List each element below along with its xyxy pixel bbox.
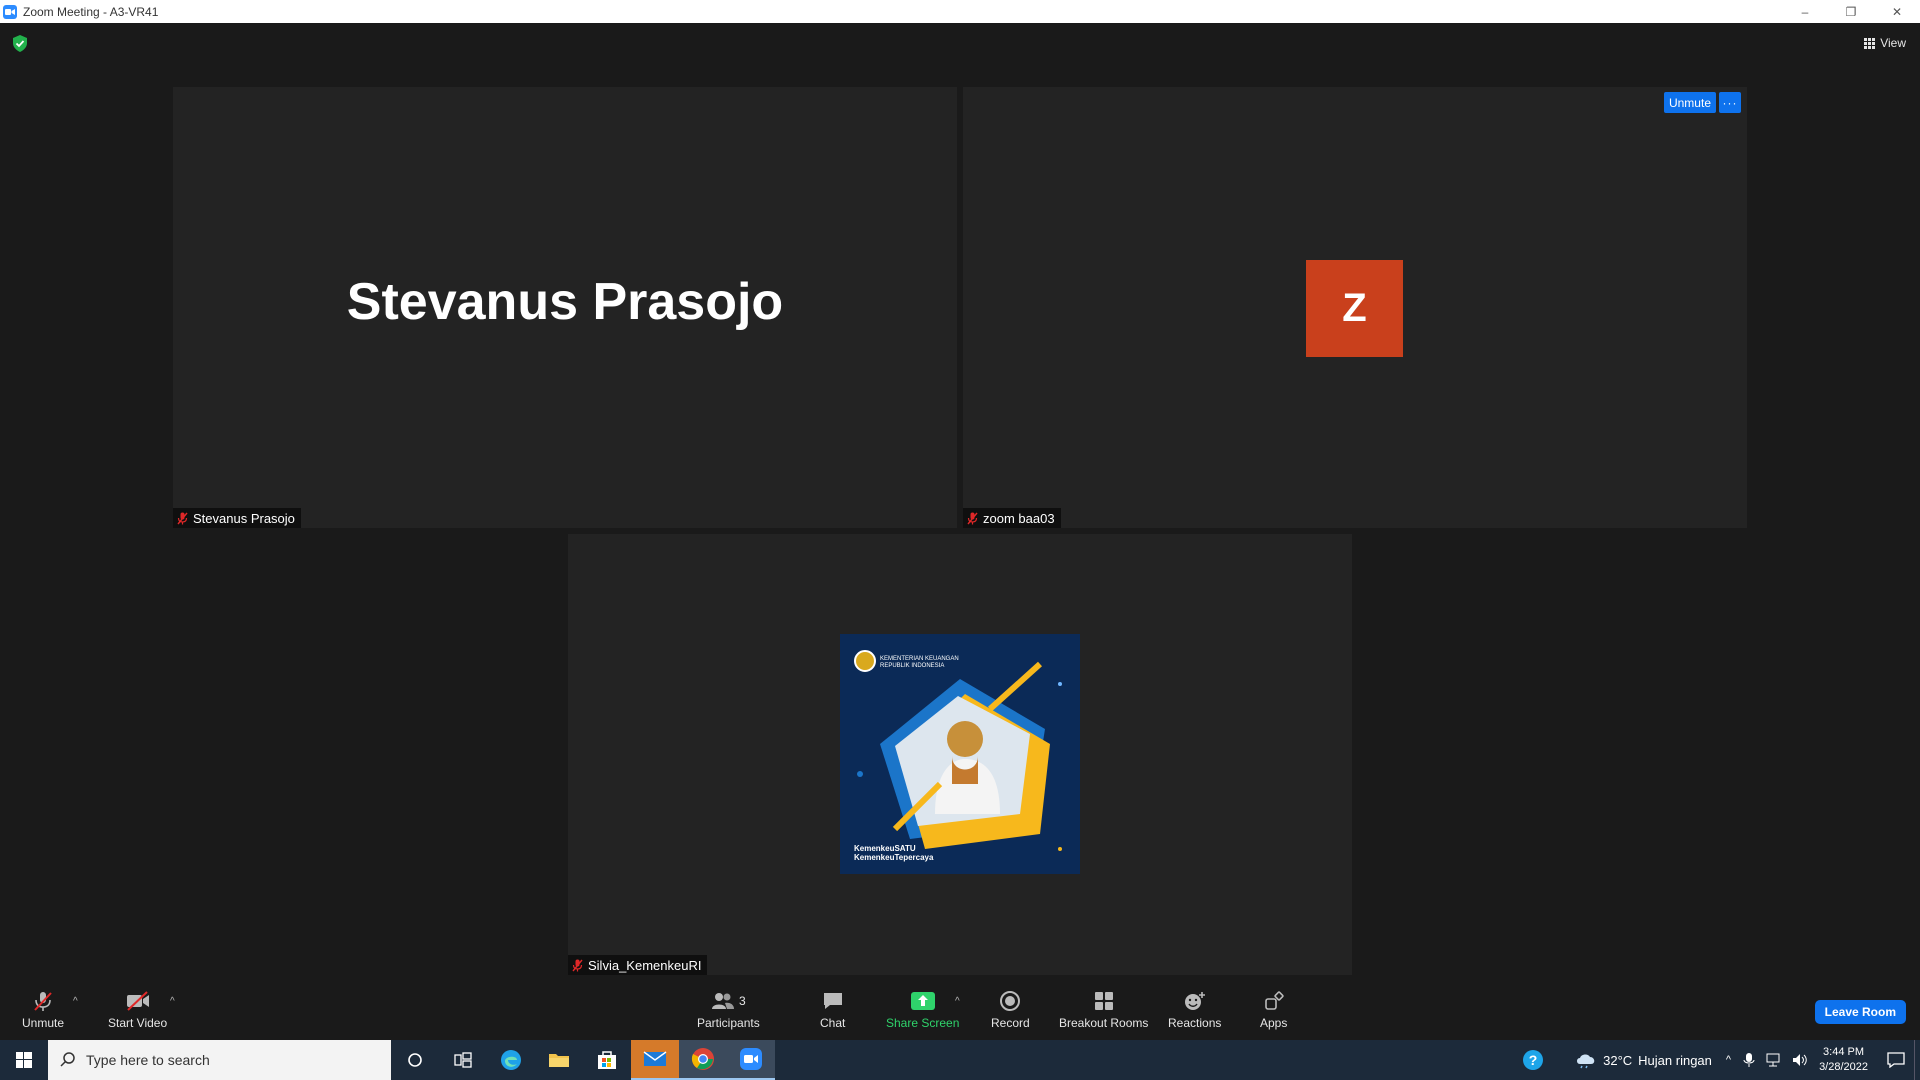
unmute-button[interactable]: Unmute xyxy=(22,990,64,1030)
participant-name-tag: Silvia_KemenkeuRI xyxy=(568,955,708,975)
participant-name-tag: Stevanus Prasojo xyxy=(173,508,301,528)
zoom-app-icon xyxy=(740,1048,762,1070)
muted-mic-icon xyxy=(177,512,188,524)
participants-button[interactable]: 3 Participants xyxy=(697,990,760,1030)
participant-name: zoom baa03 xyxy=(983,510,1055,526)
participants-count: 3 xyxy=(739,994,746,1008)
audio-options-caret-icon[interactable]: ^ xyxy=(73,996,78,1007)
participant-name: Silvia_KemenkeuRI xyxy=(588,957,702,973)
weather-desc: Hujan ringan xyxy=(1638,1052,1712,1068)
close-button[interactable]: ✕ xyxy=(1874,0,1920,23)
profile-picture: KEMENTERIAN KEUANGAN REPUBLIK INDONESIA … xyxy=(840,634,1080,874)
cortana-button[interactable] xyxy=(391,1040,439,1080)
windows-logo-icon xyxy=(16,1052,32,1068)
start-button[interactable] xyxy=(0,1040,48,1080)
windows-taskbar: Type here to search ? 32°C Hujan ringan … xyxy=(0,1040,1920,1080)
store-bag-icon xyxy=(598,1051,616,1069)
network-icon[interactable] xyxy=(1765,1052,1783,1068)
tile-unmute-button[interactable]: Unmute xyxy=(1663,92,1716,113)
video-tile-zoom-baa03[interactable]: Unmute ··· Z zoom baa03 xyxy=(963,87,1747,528)
minimize-button[interactable]: – xyxy=(1782,0,1828,23)
share-screen-icon xyxy=(910,992,935,1010)
task-view-button[interactable] xyxy=(439,1040,487,1080)
folder-icon xyxy=(549,1054,569,1067)
reactions-button[interactable]: Reactions xyxy=(1168,990,1221,1030)
volume-icon[interactable] xyxy=(1791,1052,1809,1068)
system-tray: ? 32°C Hujan ringan ^ 3:44 PM 3/28/2022 xyxy=(1509,1040,1920,1080)
clock[interactable]: 3:44 PM 3/28/2022 xyxy=(1819,1045,1868,1075)
breakout-rooms-icon xyxy=(1094,992,1113,1010)
taskbar-mail[interactable] xyxy=(631,1040,679,1080)
reactions-icon xyxy=(1184,992,1205,1010)
grid-view-icon xyxy=(1864,37,1876,49)
taskbar-search-input[interactable]: Type here to search xyxy=(48,1040,391,1080)
share-options-caret-icon[interactable]: ^ xyxy=(955,996,960,1007)
participant-display-name: Stevanus Prasojo xyxy=(346,272,784,331)
chat-button[interactable]: Chat xyxy=(820,990,845,1030)
apps-button[interactable]: Apps xyxy=(1260,990,1287,1030)
meeting-toolbar: Unmute ^ Start Video ^ 3 Participants Ch… xyxy=(0,980,1920,1040)
weather-widget[interactable]: 32°C Hujan ringan xyxy=(1575,1051,1712,1069)
tile-more-options-button[interactable]: ··· xyxy=(1719,92,1741,113)
video-options-caret-icon[interactable]: ^ xyxy=(170,996,175,1007)
clock-date: 3/28/2022 xyxy=(1819,1061,1868,1073)
mail-icon xyxy=(643,1051,667,1066)
taskbar-edge[interactable] xyxy=(487,1040,535,1080)
restore-button[interactable]: ❐ xyxy=(1828,0,1874,23)
notification-icon xyxy=(1887,1052,1905,1068)
participant-name: Stevanus Prasojo xyxy=(193,510,295,526)
muted-mic-icon xyxy=(572,959,583,971)
ministry-seal-icon xyxy=(854,650,876,672)
poster-org-name: KEMENTERIAN KEUANGAN REPUBLIK INDONESIA xyxy=(880,656,959,669)
taskbar-chrome[interactable] xyxy=(679,1040,727,1080)
muted-mic-icon xyxy=(967,512,978,524)
view-button[interactable]: View xyxy=(1864,33,1906,53)
video-tile-stevanus[interactable]: Stevanus Prasojo Stevanus Prasojo xyxy=(173,87,957,528)
view-label: View xyxy=(1880,36,1906,50)
leave-room-button[interactable]: Leave Room xyxy=(1814,1000,1906,1024)
share-screen-button[interactable]: Share Screen xyxy=(886,990,959,1030)
microphone-icon[interactable] xyxy=(1743,1052,1755,1068)
chrome-icon xyxy=(691,1048,714,1070)
clock-time: 3:44 PM xyxy=(1823,1046,1865,1058)
avatar: Z xyxy=(1306,260,1403,357)
muted-mic-icon xyxy=(34,992,52,1011)
search-icon xyxy=(60,1052,75,1067)
record-button[interactable]: Record xyxy=(991,990,1030,1030)
video-tile-silvia[interactable]: KEMENTERIAN KEUANGAN REPUBLIK INDONESIA … xyxy=(568,534,1352,975)
taskbar-zoom[interactable] xyxy=(727,1040,775,1080)
task-view-icon xyxy=(454,1052,472,1068)
participants-icon xyxy=(712,993,734,1009)
poster-tagline: KemenkeuSATU KemenkeuTepercaya xyxy=(854,844,934,862)
security-shield-icon[interactable] xyxy=(12,35,28,52)
participant-name-tag: zoom baa03 xyxy=(963,508,1061,528)
zoom-app-icon xyxy=(3,4,17,19)
show-hidden-icons-chevron-icon[interactable]: ^ xyxy=(1726,1054,1731,1066)
edge-browser-icon xyxy=(501,1050,521,1070)
apps-icon xyxy=(1264,991,1284,1010)
window-title: Zoom Meeting - A3-VR41 xyxy=(23,4,159,19)
svg-text:?: ? xyxy=(1529,1052,1538,1068)
chat-icon xyxy=(823,993,842,1009)
notifications-button[interactable] xyxy=(1878,1040,1914,1080)
meeting-area: View Stevanus Prasojo Stevanus Prasojo U… xyxy=(0,23,1920,980)
cloud-rain-icon xyxy=(1577,1054,1595,1069)
cortana-circle-icon xyxy=(408,1053,422,1067)
window-titlebar: Zoom Meeting - A3-VR41 – ❐ ✕ xyxy=(0,0,1920,23)
taskbar-store[interactable] xyxy=(583,1040,631,1080)
video-off-icon xyxy=(126,991,149,1011)
weather-temp: 32°C xyxy=(1603,1052,1633,1068)
help-button[interactable]: ? xyxy=(1509,1040,1557,1080)
show-desktop-button[interactable] xyxy=(1914,1040,1920,1080)
start-video-button[interactable]: Start Video xyxy=(108,990,167,1030)
help-icon: ? xyxy=(1523,1050,1544,1070)
taskbar-file-explorer[interactable] xyxy=(535,1040,583,1080)
breakout-rooms-button[interactable]: Breakout Rooms xyxy=(1059,990,1148,1030)
record-icon xyxy=(1000,991,1021,1011)
search-placeholder: Type here to search xyxy=(86,1052,210,1068)
